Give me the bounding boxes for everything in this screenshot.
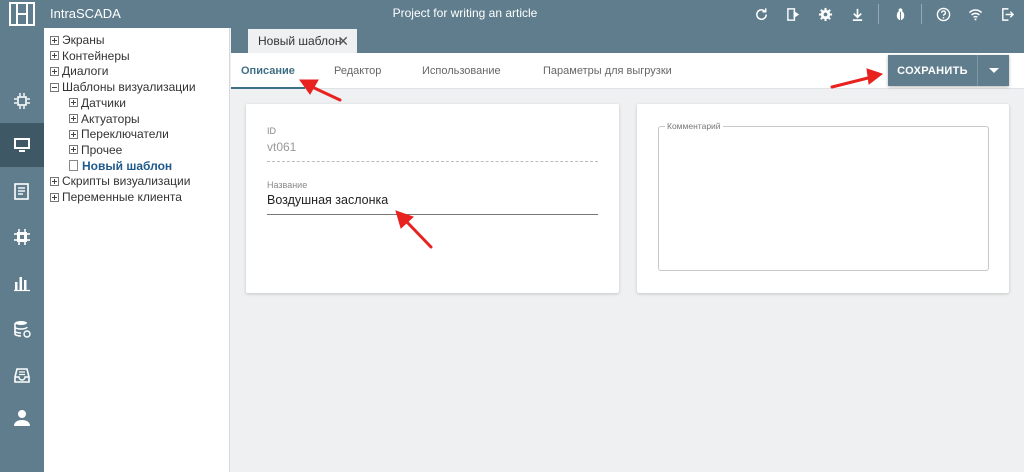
active-tab-indicator: [231, 87, 305, 89]
comment-label: Комментарий: [665, 121, 723, 131]
tree-item-label: Переменные клиента: [62, 190, 182, 204]
tree-item[interactable]: Прочее: [69, 142, 122, 158]
tree-item-label: Датчики: [81, 95, 126, 110]
tree-item[interactable]: Актуаторы: [69, 111, 140, 127]
tree-item[interactable]: Шаблоны визуализации: [50, 79, 196, 95]
tree-item[interactable]: Контейнеры: [50, 48, 130, 64]
tree-item[interactable]: Скрипты визуализации: [50, 173, 190, 189]
editor-tab-strip: Новый шаблон ✕: [231, 28, 1024, 53]
archive-icon[interactable]: [0, 353, 44, 397]
chart-icon[interactable]: [0, 261, 44, 305]
tree-item-label: Контейнеры: [62, 48, 130, 63]
toolbar-divider: [921, 4, 922, 24]
chevron-down-icon: [988, 68, 999, 73]
file-icon: [69, 160, 78, 172]
tab-editor[interactable]: Редактор: [334, 65, 381, 77]
tree-item-label: Диалоги: [62, 64, 109, 79]
expand-icon[interactable]: [69, 129, 78, 139]
document-icon[interactable]: [0, 169, 44, 213]
tree-item-label: Переключатели: [81, 127, 169, 142]
tree-item[interactable]: Датчики: [69, 95, 126, 111]
collapse-icon[interactable]: [50, 82, 59, 92]
database-icon[interactable]: [0, 307, 44, 351]
tab-export-params[interactable]: Параметры для выгрузки: [543, 65, 672, 77]
bug-icon[interactable]: [889, 3, 911, 25]
id-field: vt061: [267, 140, 598, 162]
run-icon[interactable]: [782, 3, 804, 25]
settings-icon[interactable]: [814, 3, 836, 25]
tree-item[interactable]: Новый шаблон: [69, 158, 172, 174]
tree-item[interactable]: Диалоги: [50, 63, 108, 79]
chip-icon[interactable]: [0, 215, 44, 259]
tab-new-template[interactable]: Новый шаблон ✕: [248, 29, 357, 53]
user-icon[interactable]: [0, 396, 44, 440]
tree-item[interactable]: Экраны: [50, 32, 104, 48]
expand-icon[interactable]: [50, 192, 59, 202]
wifi-icon[interactable]: [964, 3, 986, 25]
tree-item-label: Шаблоны визуализации: [62, 80, 196, 95]
save-dropdown-button[interactable]: [977, 55, 1009, 86]
hardware-icon[interactable]: [0, 79, 44, 123]
tree-item[interactable]: Переменные клиента: [50, 189, 182, 205]
id-label: ID: [267, 126, 276, 136]
subtab-bar: Описание Редактор Использование Параметр…: [231, 53, 1024, 89]
screen-icon[interactable]: [0, 123, 44, 167]
project-tree: Экраны Контейнеры Диалоги Шаблоны визуализа…: [44, 28, 230, 472]
tree-item-label: Прочее: [81, 142, 123, 157]
expand-icon[interactable]: [69, 114, 78, 123]
save-button-group: СОХРАНИТЬ: [888, 55, 1009, 86]
tree-item-label: Новый шаблон: [82, 158, 173, 173]
save-button[interactable]: СОХРАНИТЬ: [888, 55, 977, 86]
properties-card: ID vt061 Название Воздушная заслонка: [246, 104, 619, 293]
toolbar-divider: [878, 4, 879, 24]
exit-icon[interactable]: [996, 3, 1018, 25]
expand-icon[interactable]: [50, 66, 59, 76]
nav-rail: [0, 28, 44, 472]
top-toolbar: [740, 0, 1018, 28]
refresh-icon[interactable]: [750, 3, 772, 25]
download-icon[interactable]: [846, 3, 868, 25]
tree-item-label: Экраны: [62, 33, 105, 47]
expand-icon[interactable]: [50, 51, 59, 61]
tree-item-label: Скрипты визуализации: [62, 174, 191, 189]
tab-usage[interactable]: Использование: [422, 65, 501, 77]
expand-icon[interactable]: [50, 176, 59, 186]
expand-icon[interactable]: [69, 98, 78, 108]
tab-description[interactable]: Описание: [241, 65, 295, 77]
tree-item-label: Актуаторы: [81, 111, 140, 126]
expand-icon[interactable]: [69, 145, 78, 155]
comment-card: Комментарий: [637, 104, 1009, 293]
close-icon[interactable]: ✕: [337, 33, 349, 50]
tab-label: Новый шаблон: [258, 34, 342, 48]
help-icon[interactable]: [932, 3, 954, 25]
name-label: Название: [267, 180, 308, 190]
top-bar: IntraSCADA Project for writing an articl…: [0, 0, 1024, 28]
name-field[interactable]: Воздушная заслонка: [267, 193, 598, 215]
expand-icon[interactable]: [50, 35, 59, 45]
tree-item[interactable]: Переключатели: [69, 126, 169, 142]
comment-textarea[interactable]: Комментарий: [658, 121, 989, 271]
